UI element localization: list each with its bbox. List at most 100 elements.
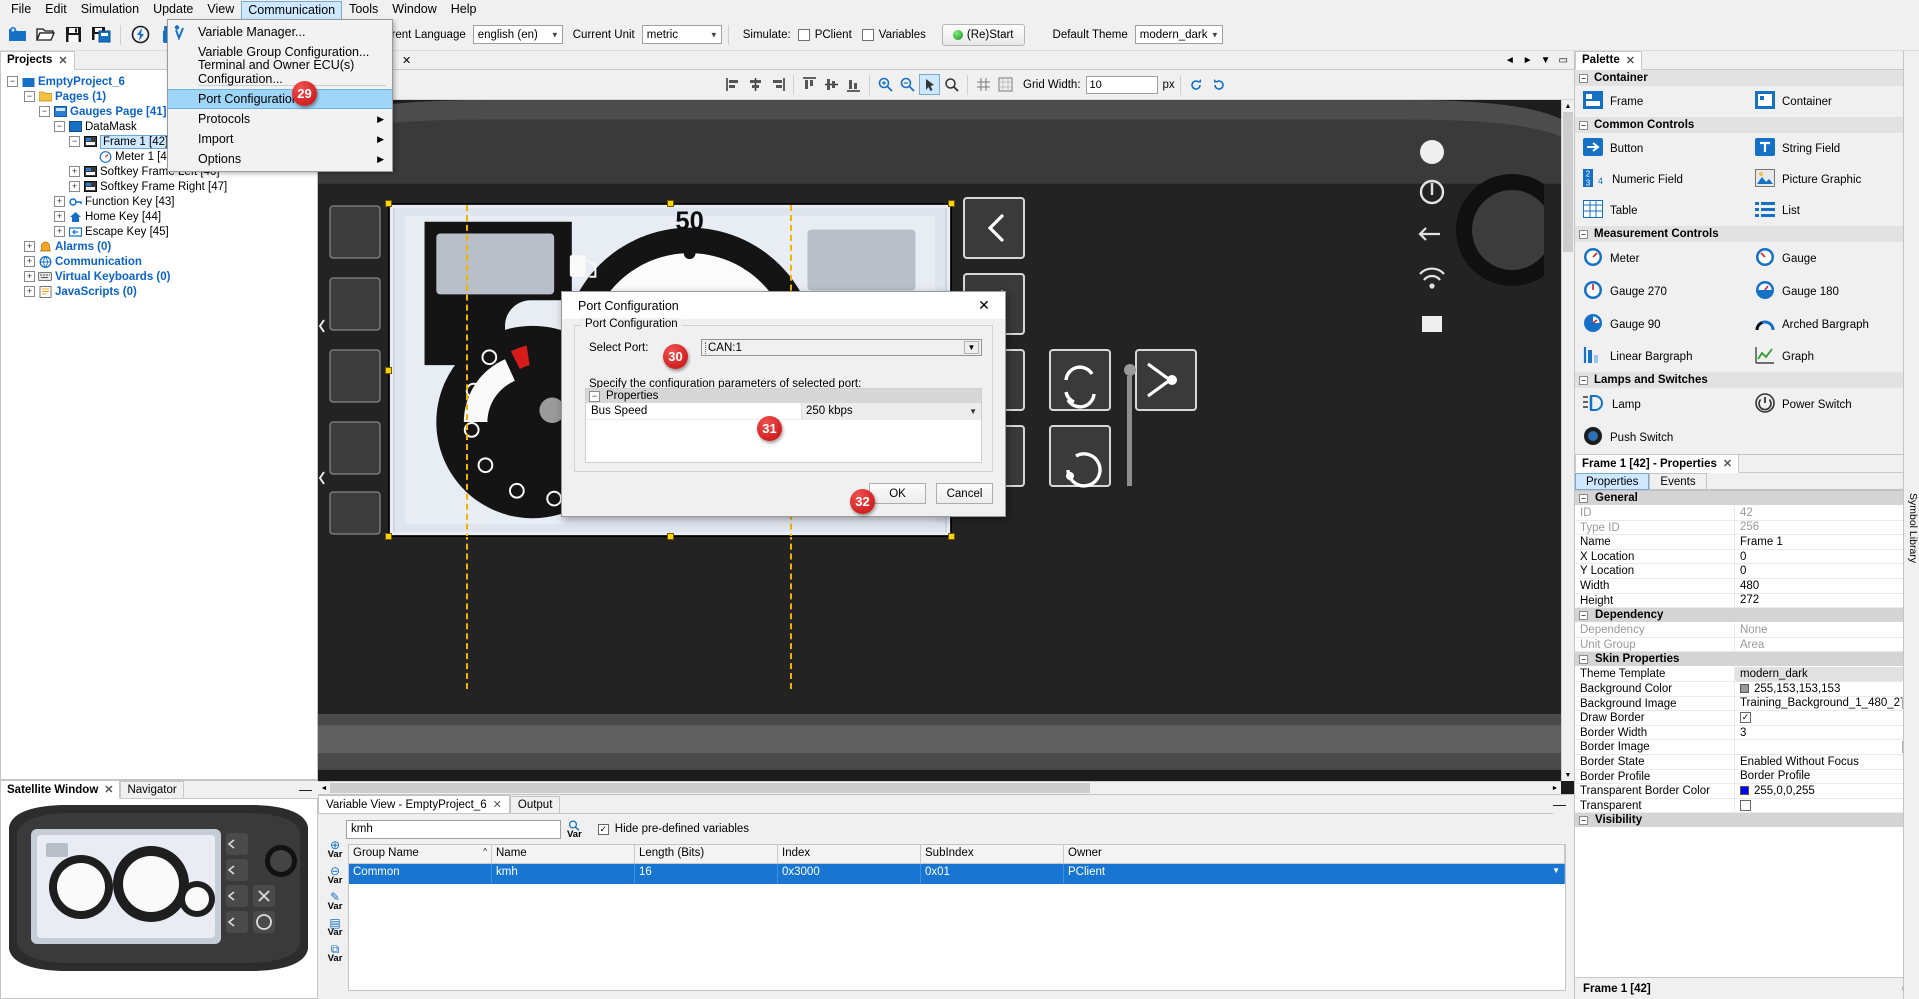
symbol-library-strip[interactable]: Symbol Library — [1903, 51, 1919, 999]
scroll-thumb-vertical[interactable] — [1563, 112, 1573, 252]
resize-handle-nw[interactable] — [385, 200, 392, 207]
menu-view[interactable]: View — [200, 0, 241, 19]
tree-item[interactable]: +Alarms (0) — [1, 239, 317, 254]
property-row[interactable]: Type ID256 — [1575, 521, 1919, 536]
variable-view-tab[interactable]: Variable View - EmptyProject_6 ✕ — [318, 795, 510, 814]
zoom-fit-icon[interactable] — [941, 74, 962, 95]
property-row[interactable]: Width480 — [1575, 579, 1919, 594]
scroll-left-icon[interactable]: ◄ — [318, 782, 330, 794]
property-value[interactable]: 255,0,0,255 — [1735, 784, 1919, 798]
scroll-right-icon[interactable]: ► — [1549, 782, 1561, 794]
properties-group-header[interactable]: − Properties — [586, 389, 981, 403]
chevron-down-icon[interactable]: ▼ — [1541, 55, 1551, 66]
property-value[interactable]: 42 — [1735, 506, 1919, 520]
next-icon[interactable]: ► — [1523, 55, 1533, 66]
property-row[interactable]: Theme Templatemodern_dark▼ — [1575, 667, 1919, 682]
table-row[interactable]: Commonkmh160x30000x01PClient▼ — [349, 864, 1565, 884]
menu-help[interactable]: Help — [444, 0, 484, 19]
align-right-icon[interactable] — [767, 74, 788, 95]
properties-panel[interactable]: Properties Events −GeneralID42Type ID256… — [1575, 473, 1919, 999]
checkbox[interactable]: ✓ — [1740, 712, 1751, 723]
palette-item-picture-graphic[interactable]: Picture Graphic — [1747, 164, 1919, 195]
tree-item[interactable]: +Home Key [44] — [1, 209, 317, 224]
property-group-visibility[interactable]: −Visibility — [1575, 813, 1919, 828]
expander-icon[interactable]: + — [24, 241, 35, 252]
canvas-window-controls[interactable]: ◄ ► ▼ ▭ — [1505, 55, 1574, 66]
minimize-icon[interactable]: — — [1553, 797, 1574, 814]
column-header[interactable]: Length (Bits) — [635, 845, 778, 863]
port-configuration-dialog[interactable]: Port Configuration ✕ Port Configuration … — [561, 291, 1006, 517]
select-tool-icon[interactable] — [919, 74, 940, 95]
add-var-button[interactable]: ⊕Var — [328, 840, 343, 859]
property-value[interactable]: 0 — [1735, 550, 1919, 564]
property-value[interactable]: None — [1735, 623, 1919, 637]
palette-item-numeric-field[interactable]: 234Numeric Field — [1575, 164, 1747, 195]
resize-handle-s[interactable] — [667, 533, 674, 540]
expander-icon[interactable]: + — [69, 166, 80, 177]
collapse-icon[interactable]: − — [1579, 376, 1588, 385]
properties-header-tab[interactable]: Frame 1 [42] - Properties ✕ — [1575, 454, 1739, 473]
checkbox[interactable] — [1740, 800, 1751, 811]
palette-item-list[interactable]: List — [1747, 195, 1919, 226]
expander-icon[interactable]: + — [54, 226, 65, 237]
property-value[interactable]: Area — [1735, 638, 1919, 652]
palette-item-gauge[interactable]: Gauge — [1747, 242, 1919, 275]
tab-properties[interactable]: Properties — [1575, 473, 1649, 490]
menu-item-terminal-and-owner-ecu-s-configuration[interactable]: Terminal and Owner ECU(s) Configuration.… — [168, 62, 392, 82]
align-left-icon[interactable] — [723, 74, 744, 95]
palette-group-measurement-controls[interactable]: −Measurement Controls — [1575, 226, 1919, 242]
align-top-icon[interactable] — [799, 74, 820, 95]
property-row[interactable]: Draw Border✓ — [1575, 711, 1919, 726]
palette-item-lamp[interactable]: Lamp — [1575, 388, 1747, 421]
palette-item-linear-bargraph[interactable]: Linear Bargraph — [1575, 341, 1747, 372]
palette-item-arched-bargraph[interactable]: Arched Bargraph — [1747, 308, 1919, 341]
project-tree[interactable]: −EmptyProject_6−Pages (1)−Gauges Page [4… — [0, 70, 318, 780]
expander-icon[interactable]: − — [69, 136, 80, 147]
collapse-icon[interactable]: − — [1579, 816, 1588, 825]
collapse-icon[interactable]: − — [1579, 74, 1588, 83]
select-port-select[interactable]: CAN:1 ▼ — [701, 339, 982, 356]
variable-search-input[interactable]: kmh — [346, 820, 561, 839]
grid-toggle-icon[interactable] — [973, 74, 994, 95]
close-icon[interactable]: ✕ — [1723, 457, 1732, 470]
property-value[interactable]: ... — [1735, 740, 1919, 754]
properties-grid[interactable]: −GeneralID42Type ID256NameFrame 1X Locat… — [1575, 491, 1919, 977]
column-header[interactable]: Group Name^ — [349, 845, 492, 863]
property-value[interactable] — [1735, 799, 1919, 813]
group-var-button[interactable]: ▤Var — [328, 918, 343, 937]
resize-handle-sw[interactable] — [385, 533, 392, 540]
property-row[interactable]: Y Location0 — [1575, 564, 1919, 579]
remove-var-button[interactable]: ⊖Var — [328, 866, 343, 885]
current-language-select[interactable]: english (en)▼ — [473, 25, 563, 44]
output-tab[interactable]: Output — [510, 796, 561, 814]
resize-handle-se[interactable] — [948, 533, 955, 540]
property-row[interactable]: Border Width3 — [1575, 726, 1919, 741]
resize-handle-ne[interactable] — [948, 200, 955, 207]
menu-item-protocols[interactable]: Protocols▶ — [168, 109, 392, 129]
collapse-icon[interactable]: − — [1579, 121, 1588, 130]
property-group-skin-properties[interactable]: −Skin Properties — [1575, 652, 1919, 667]
close-icon[interactable]: ✕ — [493, 798, 502, 811]
menu-file[interactable]: File — [4, 0, 38, 19]
property-row[interactable]: NameFrame 1 — [1575, 535, 1919, 550]
variable-table[interactable]: Group Name^NameLength (Bits)IndexSubInde… — [348, 844, 1566, 991]
menu-item-port-configuration[interactable]: Port Configuration... — [168, 89, 392, 109]
edit-var-button[interactable]: ✎Var — [328, 892, 343, 911]
prev-icon[interactable]: ◄ — [1505, 55, 1515, 66]
projects-tab[interactable]: Projects ✕ — [0, 51, 75, 70]
property-row[interactable]: Transparent — [1575, 799, 1919, 814]
palette-item-string-field[interactable]: String Field — [1747, 133, 1919, 164]
property-row[interactable]: Transparent Border Color255,0,0,255 — [1575, 784, 1919, 799]
property-value[interactable]: 272 — [1735, 594, 1919, 608]
collapse-icon[interactable]: − — [1579, 655, 1588, 664]
zoom-out-icon[interactable] — [897, 74, 918, 95]
menu-item-options[interactable]: Options▶ — [168, 149, 392, 169]
expander-icon[interactable]: + — [24, 286, 35, 297]
scroll-thumb-horizontal[interactable] — [330, 783, 1090, 793]
expander-icon[interactable]: + — [54, 211, 65, 222]
property-row[interactable]: Border Image... — [1575, 740, 1919, 755]
property-value[interactable]: 255,153,153,153 — [1735, 682, 1919, 696]
expander-icon[interactable]: + — [69, 181, 80, 192]
satellite-tab[interactable]: Satellite Window ✕ — [0, 780, 120, 799]
property-value[interactable]: Border Profile — [1735, 770, 1919, 784]
